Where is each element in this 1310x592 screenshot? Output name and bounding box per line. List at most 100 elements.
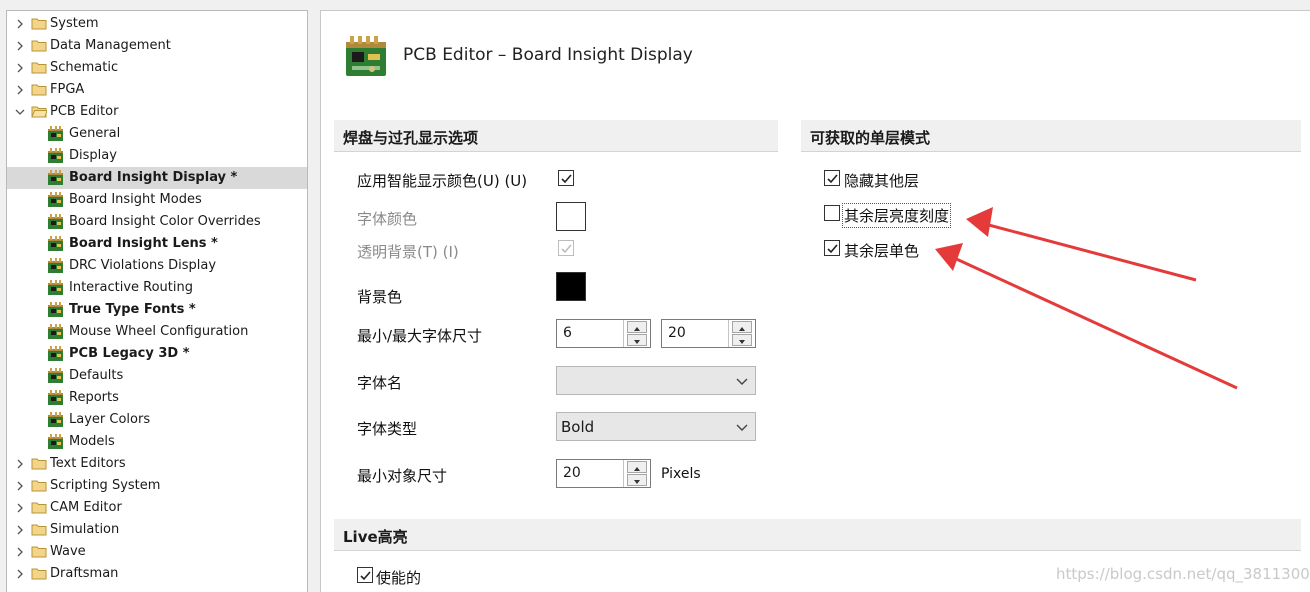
live-enable-checkbox[interactable] <box>357 567 373 583</box>
monochrome-other-layers-label: 其余层单色 <box>844 242 920 260</box>
chevron-right-icon[interactable] <box>15 525 25 535</box>
folder-open-icon <box>31 106 47 118</box>
chevron-right-icon[interactable] <box>15 503 25 513</box>
tree-folder[interactable]: Simulation <box>7 519 307 541</box>
transparent-bg-checkbox[interactable] <box>558 240 574 256</box>
min-object-spinner[interactable]: 20 <box>556 459 651 488</box>
pcb-page-icon <box>48 258 63 273</box>
chevron-right-icon[interactable] <box>15 481 25 491</box>
font-name-select[interactable] <box>556 366 756 395</box>
tree-folder[interactable]: Draftsman <box>7 563 307 585</box>
pcb-page-icon <box>48 324 63 339</box>
tree-item-label: Layer Colors <box>69 412 151 427</box>
tree-page-item[interactable]: Board Insight Lens * <box>7 233 307 255</box>
tree-folder[interactable]: CAM Editor <box>7 497 307 519</box>
chevron-down-icon <box>736 378 748 385</box>
tree-page-item[interactable]: DRC Violations Display <box>7 255 307 277</box>
pcb-page-icon <box>48 434 63 449</box>
tree-item-label: General <box>69 126 121 141</box>
font-name-label: 字体名 <box>357 374 403 392</box>
tree-item-label: Defaults <box>69 368 124 383</box>
tree-item-label: Interactive Routing <box>69 280 194 295</box>
tree-item-label: DRC Violations Display <box>69 258 217 273</box>
gray-scale-other-layers-checkbox[interactable] <box>824 205 840 221</box>
pcb-page-icon <box>48 236 63 251</box>
folder-icon <box>31 84 47 96</box>
tree-item-label: Data Management <box>50 38 171 53</box>
chevron-right-icon[interactable] <box>15 63 25 73</box>
tree-item-label: Wave <box>50 544 86 559</box>
tree-item-label: FPGA <box>50 82 85 97</box>
font-type-select[interactable]: Bold <box>556 412 756 441</box>
spin-down-button[interactable] <box>627 334 647 346</box>
tree-item-label: Mouse Wheel Configuration <box>69 324 249 339</box>
tree-folder[interactable]: Data Management <box>7 35 307 57</box>
chevron-right-icon[interactable] <box>15 85 25 95</box>
tree-folder[interactable]: Text Editors <box>7 453 307 475</box>
transparent-bg-label: 透明背景(T) (I) <box>357 243 459 261</box>
bg-color-swatch[interactable] <box>556 272 586 301</box>
settings-panel <box>320 10 1310 592</box>
tree-folder[interactable]: System <box>7 13 307 35</box>
pcb-page-icon <box>48 368 63 383</box>
tree-item-label: Board Insight Color Overrides <box>69 214 261 229</box>
tree-page-item[interactable]: Reports <box>7 387 307 409</box>
chevron-right-icon[interactable] <box>15 459 25 469</box>
tree-page-item[interactable]: Models <box>7 431 307 453</box>
live-highlight-section-header: Live高亮 <box>334 519 1301 551</box>
tree-folder[interactable]: Wave <box>7 541 307 563</box>
folder-icon <box>31 568 47 580</box>
tree-page-item[interactable]: Layer Colors <box>7 409 307 431</box>
smart-color-label: 应用智能显示颜色(U) (U) <box>357 172 528 190</box>
pcb-page-icon <box>48 214 63 229</box>
tree-page-item[interactable]: Interactive Routing <box>7 277 307 299</box>
spin-up-button[interactable] <box>732 321 752 333</box>
folder-icon <box>31 458 47 470</box>
spin-down-button[interactable] <box>732 334 752 346</box>
pcb-page-icon <box>48 346 63 361</box>
tree-page-item[interactable]: Defaults <box>7 365 307 387</box>
tree-page-item[interactable]: True Type Fonts * <box>7 299 307 321</box>
folder-icon <box>31 62 47 74</box>
chevron-down-icon[interactable] <box>15 107 25 117</box>
spin-down-button[interactable] <box>627 474 647 486</box>
tree-page-item[interactable]: Display <box>7 145 307 167</box>
tree-page-item[interactable]: Board Insight Modes <box>7 189 307 211</box>
checkmark-icon <box>827 244 838 254</box>
checkmark-icon <box>561 174 572 184</box>
smart-color-checkbox[interactable] <box>558 170 574 186</box>
tree-item-label: Text Editors <box>50 456 126 471</box>
hide-other-layers-label: 隐藏其他层 <box>844 172 920 190</box>
font-color-swatch[interactable] <box>556 202 586 231</box>
pad-via-section-header: 焊盘与过孔显示选项 <box>334 120 778 152</box>
min-object-unit: Pixels <box>661 466 701 482</box>
tree-folder[interactable]: Scripting System <box>7 475 307 497</box>
chevron-right-icon[interactable] <box>15 41 25 51</box>
preferences-tree[interactable]: System Data Management Schematic FPGA PCB Ed… <box>6 10 308 592</box>
spin-up-button[interactable] <box>627 461 647 473</box>
chevron-right-icon[interactable] <box>15 547 25 557</box>
tree-folder[interactable]: Schematic <box>7 57 307 79</box>
tree-folder[interactable]: PCB Editor <box>7 101 307 123</box>
font-color-label: 字体颜色 <box>357 210 418 228</box>
chevron-right-icon[interactable] <box>15 569 25 579</box>
tree-page-item[interactable]: PCB Legacy 3D * <box>7 343 307 365</box>
tree-page-item[interactable]: Board Insight Display * <box>7 167 307 189</box>
pcb-page-icon <box>48 192 63 207</box>
tree-page-item[interactable]: General <box>7 123 307 145</box>
pcb-page-icon <box>48 170 63 185</box>
tree-page-item[interactable]: Mouse Wheel Configuration <box>7 321 307 343</box>
pcb-page-icon <box>48 280 63 295</box>
hide-other-layers-checkbox[interactable] <box>824 170 840 186</box>
tree-page-item[interactable]: Board Insight Color Overrides <box>7 211 307 233</box>
max-font-spinner[interactable]: 20 <box>661 319 756 348</box>
min-font-spinner[interactable]: 6 <box>556 319 651 348</box>
gray-scale-other-layers-label: 其余层亮度刻度 <box>841 203 952 228</box>
monochrome-other-layers-checkbox[interactable] <box>824 240 840 256</box>
chevron-right-icon[interactable] <box>15 19 25 29</box>
pcb-page-icon <box>48 412 63 427</box>
tree-folder[interactable]: FPGA <box>7 79 307 101</box>
tree-item-label: Board Insight Modes <box>69 192 202 207</box>
spin-up-button[interactable] <box>627 321 647 333</box>
watermark: https://blog.csdn.net/qq_38113006 <box>1056 565 1310 583</box>
